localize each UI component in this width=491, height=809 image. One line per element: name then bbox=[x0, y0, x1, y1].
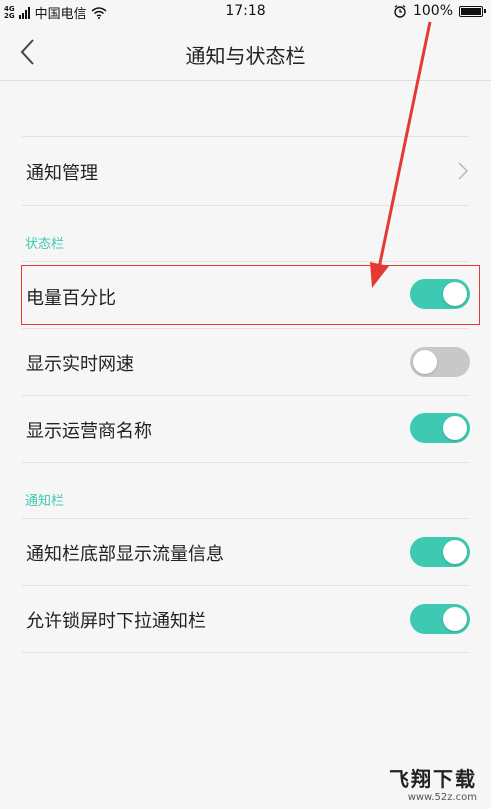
section-header-notification-bar: 通知栏 bbox=[25, 494, 65, 509]
row-label: 允许锁屏时下拉通知栏 bbox=[26, 611, 206, 632]
traffic-info-row: 通知栏底部显示流量信息 bbox=[0, 519, 491, 585]
chevron-right-icon bbox=[458, 162, 469, 180]
watermark-site: www.52z.com bbox=[407, 792, 477, 803]
row-label: 通知管理 bbox=[26, 163, 98, 184]
alarm-icon bbox=[394, 5, 406, 18]
notification-management-row[interactable]: 通知管理 bbox=[0, 137, 491, 205]
traffic-info-toggle[interactable] bbox=[410, 537, 470, 567]
status-bar-right: 100% bbox=[393, 3, 486, 19]
battery-percent: 100% bbox=[412, 3, 453, 19]
watermark-logo: 飞翔下载 www.52z.com bbox=[389, 763, 477, 803]
realtime-speed-toggle[interactable] bbox=[410, 347, 470, 377]
divider bbox=[22, 652, 469, 653]
row-label: 显示实时网速 bbox=[26, 354, 134, 375]
realtime-speed-row: 显示实时网速 bbox=[0, 329, 491, 395]
row-label: 显示运营商名称 bbox=[26, 421, 152, 442]
page-title: 通知与状态栏 bbox=[185, 44, 306, 68]
carrier-name-toggle[interactable] bbox=[410, 413, 470, 443]
battery-fill bbox=[461, 7, 481, 15]
annotation-highlight-box bbox=[21, 265, 480, 325]
status-bar: 4G 2G 中国电信 17:18 100% bbox=[0, 0, 491, 24]
toggle-knob bbox=[413, 350, 437, 374]
carrier-name-row: 显示运营商名称 bbox=[0, 396, 491, 462]
header: 通知与状态栏 bbox=[0, 24, 491, 80]
toggle-knob bbox=[443, 416, 467, 440]
section-header-status-bar: 状态栏 bbox=[25, 237, 65, 252]
watermark-brand: 飞翔下载 bbox=[389, 767, 477, 791]
row-label: 通知栏底部显示流量信息 bbox=[26, 544, 224, 565]
pulldown-on-lock-row: 允许锁屏时下拉通知栏 bbox=[0, 586, 491, 652]
battery-icon bbox=[459, 5, 486, 17]
pulldown-on-lock-toggle[interactable] bbox=[410, 604, 470, 634]
divider bbox=[22, 205, 469, 206]
header-divider bbox=[0, 80, 491, 81]
toggle-knob bbox=[443, 540, 467, 564]
toggle-knob bbox=[443, 607, 467, 631]
divider bbox=[22, 462, 469, 463]
